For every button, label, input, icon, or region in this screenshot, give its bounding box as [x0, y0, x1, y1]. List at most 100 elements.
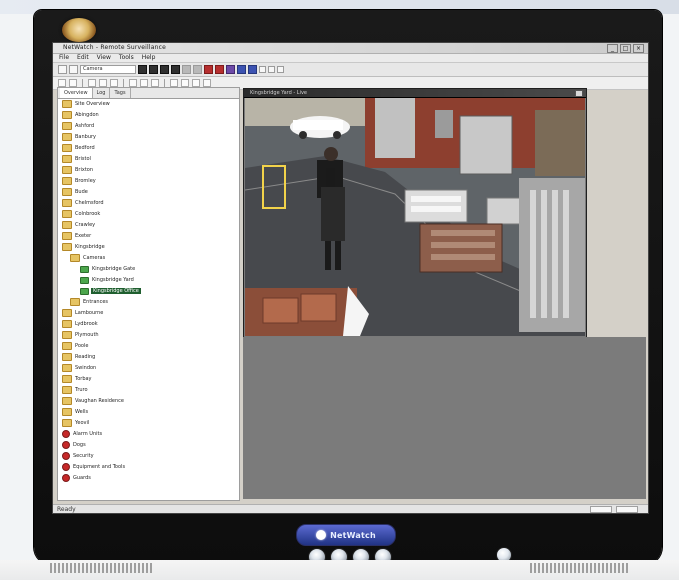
tree-item[interactable]: Ashford	[62, 122, 94, 130]
tree-item[interactable]: Abingdon	[62, 111, 99, 119]
tab-log[interactable]: Log	[93, 88, 111, 98]
tree-item[interactable]: Lambourne	[62, 309, 103, 317]
toolbar-button[interactable]	[192, 79, 200, 87]
tree-item[interactable]: Crawley	[62, 221, 95, 229]
toolbar-button[interactable]	[58, 79, 66, 87]
toolbar-button[interactable]	[88, 79, 96, 87]
toolbar-button[interactable]	[171, 65, 180, 74]
video-close-button[interactable]	[575, 90, 583, 97]
toolbar-button[interactable]	[99, 79, 107, 87]
toolbar-button[interactable]	[69, 79, 77, 87]
tree-item[interactable]: Bude	[62, 188, 88, 196]
tree-item[interactable]: Banbury	[62, 133, 96, 141]
toolbar-button[interactable]	[151, 79, 159, 87]
tree-item[interactable]: Kingsbridge	[62, 243, 105, 251]
alert-icon	[62, 474, 70, 482]
menu-tools[interactable]: Tools	[119, 54, 134, 62]
folder-icon	[62, 364, 72, 372]
toolbar-button[interactable]	[129, 79, 137, 87]
tree-item-label: Alarm Units	[73, 431, 103, 437]
tree-item[interactable]: Security	[62, 452, 94, 460]
tree-item[interactable]: Plymouth	[62, 331, 99, 339]
toolbar-button[interactable]	[203, 79, 211, 87]
menu-help[interactable]: Help	[142, 54, 156, 62]
folder-icon	[62, 188, 72, 196]
folder-icon	[62, 232, 72, 240]
tree-item-label: Bedford	[75, 145, 95, 151]
site-tree: Site Overview Abingdon Ashford Banbury Bedfo…	[58, 100, 239, 498]
toolbar-button[interactable]	[170, 79, 178, 87]
toolbar-button[interactable]	[138, 65, 147, 74]
tree-item-label: Bristol	[75, 156, 91, 162]
record-button[interactable]	[204, 65, 213, 74]
brand-badge: NetWatch	[296, 524, 396, 546]
tree-item[interactable]: Bedford	[62, 144, 95, 152]
desk-surface	[0, 560, 679, 580]
camera-combo[interactable]: Camera	[80, 65, 136, 74]
toolbar-button[interactable]	[110, 79, 118, 87]
tree-item[interactable]: Bristol	[62, 155, 91, 163]
toolbar-separator	[82, 79, 83, 87]
toolbar-button[interactable]	[277, 66, 284, 73]
tree-item[interactable]: Poole	[62, 342, 88, 350]
tree-item[interactable]: Truro	[62, 386, 88, 394]
tree-item[interactable]: Swindon	[62, 364, 96, 372]
tree-item[interactable]: Brixton	[62, 166, 93, 174]
folder-icon	[70, 254, 80, 262]
tree-item[interactable]: Bromley	[62, 177, 96, 185]
tree-item[interactable]: Colnbrook	[62, 210, 100, 218]
tree-item-label: Entrances	[83, 299, 109, 305]
toolbar-button[interactable]	[140, 79, 148, 87]
tree-item[interactable]: Yeovil	[62, 419, 89, 427]
tree-item[interactable]: Lydbrook	[62, 320, 98, 328]
video-window[interactable]: Kingsbridge Yard - Live	[243, 88, 587, 338]
folder-icon	[62, 144, 72, 152]
toolbar-button[interactable]	[226, 65, 235, 74]
close-button[interactable]: ×	[633, 44, 644, 53]
menu-edit[interactable]: Edit	[77, 54, 89, 62]
toolbar-button[interactable]	[248, 65, 257, 74]
tree-item[interactable]: Dogs	[62, 441, 86, 449]
toolbar-separator	[123, 79, 124, 87]
tree-item[interactable]: Vaughan Residence	[62, 397, 124, 405]
tree-item[interactable]: Alarm Units	[62, 430, 102, 438]
tree-item[interactable]: Kingsbridge Yard	[80, 276, 134, 284]
toolbar-button[interactable]	[268, 66, 275, 73]
tree-item[interactable]: Reading	[62, 353, 95, 361]
tree-item[interactable]: Kingsbridge Office	[80, 287, 141, 295]
tab-overview[interactable]: Overview	[60, 88, 93, 98]
minimize-button[interactable]: _	[607, 44, 618, 53]
tree-item[interactable]: Kingsbridge Gate	[80, 265, 135, 273]
camera-icon	[80, 276, 89, 284]
tree-item[interactable]: Equipment and Tools	[62, 463, 125, 471]
toolbar-button[interactable]	[160, 65, 169, 74]
toolbar-button[interactable]	[69, 65, 78, 74]
toolbar-button[interactable]	[58, 65, 67, 74]
tree-item-label: Kingsbridge Yard	[92, 277, 134, 283]
tree-item[interactable]: Site Overview	[62, 100, 110, 108]
menu-view[interactable]: View	[97, 54, 111, 62]
toolbar-button[interactable]	[182, 65, 191, 74]
speaker-grille-left	[50, 563, 154, 573]
tree-item[interactable]: Exeter	[62, 232, 91, 240]
maximize-button[interactable]: □	[620, 44, 631, 53]
tree-item-label: Abingdon	[75, 112, 99, 118]
toolbar-button[interactable]	[237, 65, 246, 74]
tree-item-label: Poole	[75, 343, 89, 349]
toolbar-button[interactable]	[193, 65, 202, 74]
alert-button[interactable]	[215, 65, 224, 74]
bezel-logo	[62, 18, 96, 42]
menu-file[interactable]: File	[59, 54, 69, 62]
tree-item[interactable]: Torbay	[62, 375, 92, 383]
folder-icon	[62, 155, 72, 163]
speaker-grille-right	[530, 563, 630, 573]
toolbar-button[interactable]	[149, 65, 158, 74]
tree-item[interactable]: Entrances	[70, 298, 108, 306]
toolbar-button[interactable]	[181, 79, 189, 87]
tree-item[interactable]: Guards	[62, 474, 91, 482]
tree-item[interactable]: Cameras	[70, 254, 105, 262]
toolbar-button[interactable]	[259, 66, 266, 73]
tab-tags[interactable]: Tags	[110, 88, 131, 98]
tree-item[interactable]: Chelmsford	[62, 199, 104, 207]
tree-item[interactable]: Wells	[62, 408, 88, 416]
